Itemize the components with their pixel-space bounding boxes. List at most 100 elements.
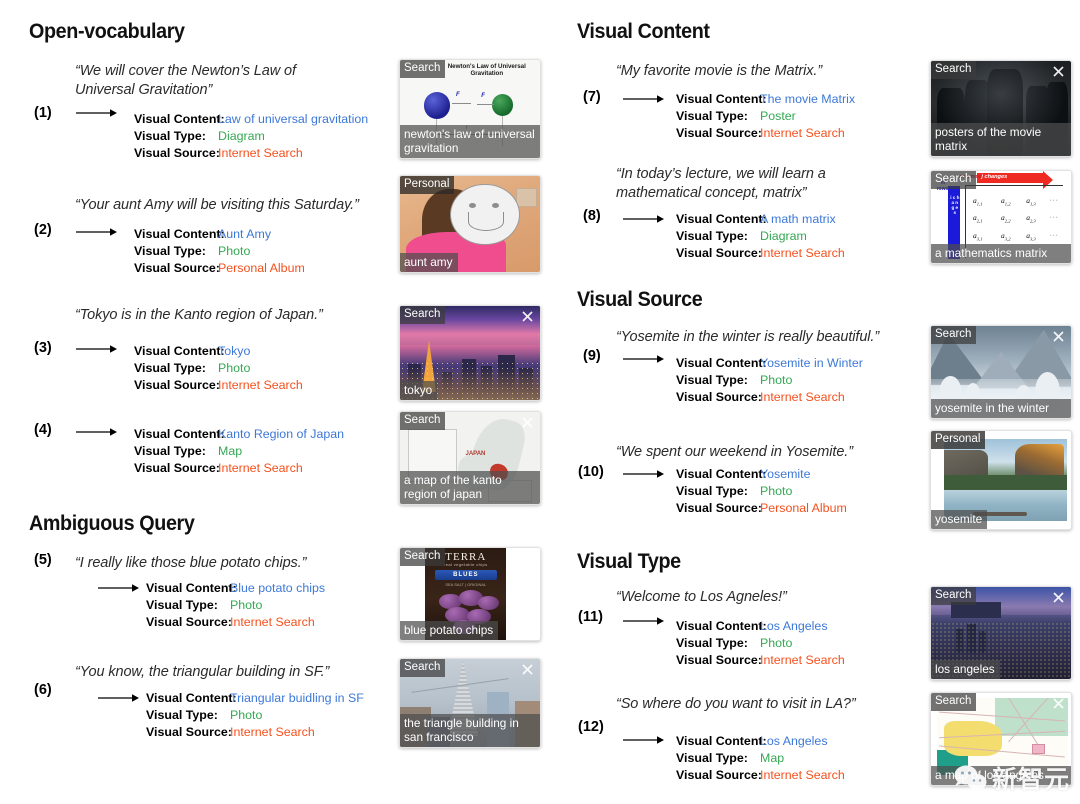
- close-icon[interactable]: [520, 662, 535, 677]
- wechat-watermark: 新智元: [954, 760, 1070, 796]
- field-label: Visual Source:: [676, 390, 762, 404]
- field-visual-source: Visual Source: Internet Search: [146, 724, 364, 741]
- close-icon[interactable]: [1051, 329, 1066, 344]
- arrow-icon: [76, 343, 118, 355]
- example-fields: Visual Content: The movie Matrix Visual …: [676, 91, 855, 142]
- example-fields: Visual Content: Los Angeles Visual Type:…: [676, 733, 845, 784]
- thumbnail-caption: yosemite: [931, 510, 988, 529]
- field-visual-type: Visual Type: Photo: [676, 483, 847, 500]
- figure-page: Open-vocabulary “We will cover the Newto…: [0, 0, 1080, 804]
- field-value: Tokyo: [218, 344, 251, 358]
- thumbnail-source-badge: Search: [931, 171, 977, 189]
- field-label: Visual Content:: [676, 734, 767, 748]
- thumbnail-image: [943, 438, 1067, 522]
- field-label: Visual Type:: [146, 708, 218, 722]
- example-index: (5): [34, 552, 52, 568]
- section-title-visual-content: Visual Content: [577, 20, 710, 43]
- field-visual-source: Visual Source: Internet Search: [134, 460, 344, 477]
- field-visual-source: Visual Source: Internet Search: [676, 389, 863, 406]
- wechat-logo-icon: [954, 763, 988, 793]
- newton-diagram-title: Newton's Law of Universal Gravitation: [447, 62, 526, 78]
- thumbnail-caption: los angeles: [931, 660, 1000, 679]
- field-value: Los Angeles: [760, 734, 828, 748]
- field-value: Internet Search: [760, 768, 845, 782]
- thumbnail-card-7[interactable]: Search posters of the movie matrix: [930, 60, 1072, 157]
- field-value: Internet Search: [760, 390, 845, 404]
- field-visual-type: Visual Type: Photo: [676, 372, 863, 389]
- arrow-icon: [76, 107, 118, 119]
- field-value: Photo: [760, 636, 793, 650]
- arrow-icon: [623, 615, 665, 627]
- thumbnail-card-2[interactable]: Personal aunt amy: [399, 175, 541, 273]
- example-quote: “Tokyo is in the Kanto region of Japan.”: [75, 307, 323, 323]
- thumbnail-caption: yosemite in the winter: [931, 399, 1071, 418]
- thumbnail-card-3[interactable]: Search tokyo: [399, 305, 541, 401]
- example-fields: Visual Content: Yosemite Visual Type: Ph…: [676, 466, 847, 517]
- example-quote: “We will cover the Newton’s Law of Unive…: [75, 63, 296, 98]
- thumbnail-card-11[interactable]: Search los angeles: [930, 586, 1072, 680]
- thumbnail-caption: newton's law of universal gravitation: [400, 125, 540, 158]
- field-value: Internet Search: [218, 146, 303, 160]
- field-value: The movie Matrix: [760, 92, 856, 106]
- close-icon[interactable]: [1051, 64, 1066, 79]
- field-value: Map: [760, 751, 785, 765]
- field-label: Visual Source:: [676, 768, 762, 782]
- field-label: Visual Type:: [676, 751, 748, 765]
- field-value: Los Angeles: [760, 619, 828, 633]
- field-label: Visual Type:: [676, 109, 748, 123]
- thumbnail-card-5[interactable]: TERRA real vegetable chips BLUES SEA SAL…: [399, 547, 541, 641]
- thumbnail-source-badge: Personal: [400, 176, 455, 194]
- field-visual-content: Visual Content: Los Angeles: [676, 733, 845, 750]
- field-visual-type: Visual Type: Photo: [146, 597, 325, 614]
- thumbnail-source-badge: Search: [931, 61, 977, 79]
- field-label: Visual Source:: [134, 146, 220, 160]
- thumbnail-source-badge: Search: [931, 326, 977, 344]
- example-index: (2): [34, 222, 52, 238]
- field-visual-content: Visual Content: Tokyo: [134, 343, 303, 360]
- field-value: Diagram: [760, 229, 807, 243]
- example-index: (8): [583, 208, 601, 224]
- thumbnail-source-badge: Personal: [931, 431, 986, 449]
- field-value: Photo: [230, 598, 263, 612]
- thumbnail-card-8[interactable]: j changes columns m rows i c h a n g e s…: [930, 170, 1072, 264]
- arrow-icon: [98, 582, 140, 594]
- field-visual-content: Visual Content: Yosemite: [676, 466, 847, 483]
- thumbnail-card-4[interactable]: JAPAN Search a map of the kanto region o…: [399, 411, 541, 505]
- example-fields: Visual Content: A math matrix Visual Typ…: [676, 211, 845, 262]
- thumbnail-card-6[interactable]: Search the triangle building in san fran…: [399, 658, 541, 748]
- field-visual-content: Visual Content: Los Angeles: [676, 618, 845, 635]
- close-icon[interactable]: [1051, 590, 1066, 605]
- thumbnail-source-badge: Search: [931, 693, 977, 711]
- field-visual-content: Visual Content: Triangular buidling in S…: [146, 690, 364, 707]
- field-label: Visual Content:: [676, 356, 767, 370]
- field-value: Internet Search: [760, 246, 845, 260]
- field-value: Internet Search: [230, 615, 315, 629]
- field-label: Visual Content:: [134, 344, 225, 358]
- field-label: Visual Content:: [146, 581, 237, 595]
- thumbnail-caption: tokyo: [400, 381, 438, 400]
- field-label: Visual Content:: [676, 212, 767, 226]
- thumbnail-card-10[interactable]: Personal yosemite: [930, 430, 1072, 530]
- matrix-i-changes-label: i c h a n g e s: [950, 194, 960, 215]
- field-label: Visual Content:: [676, 92, 767, 106]
- thumbnail-card-9[interactable]: Search yosemite in the winter: [930, 325, 1072, 419]
- example-index: (6): [34, 682, 52, 698]
- chips-variant: BLUES: [435, 570, 497, 581]
- arrow-icon: [623, 734, 665, 746]
- section-title-visual-type: Visual Type: [577, 550, 681, 573]
- arrow-icon: [76, 426, 118, 438]
- example-fields: Visual Content: Law of universal gravita…: [134, 111, 368, 162]
- close-icon[interactable]: [520, 415, 535, 430]
- close-icon[interactable]: [520, 309, 535, 324]
- field-value: Map: [218, 444, 243, 458]
- field-label: Visual Content:: [146, 691, 237, 705]
- field-label: Visual Type:: [676, 636, 748, 650]
- example-index: (9): [583, 348, 601, 364]
- close-icon[interactable]: [1051, 696, 1066, 711]
- thumbnail-card-1[interactable]: Newton's Law of Universal Gravitation F …: [399, 59, 541, 159]
- smiley-face-icon: [450, 183, 520, 246]
- thumbnail-source-badge: Search: [400, 60, 446, 78]
- thumbnail-source-badge: Search: [931, 587, 977, 605]
- example-fields: Visual Content: Yosemite in Winter Visua…: [676, 355, 863, 406]
- field-value: Kanto Region of Japan: [218, 427, 345, 441]
